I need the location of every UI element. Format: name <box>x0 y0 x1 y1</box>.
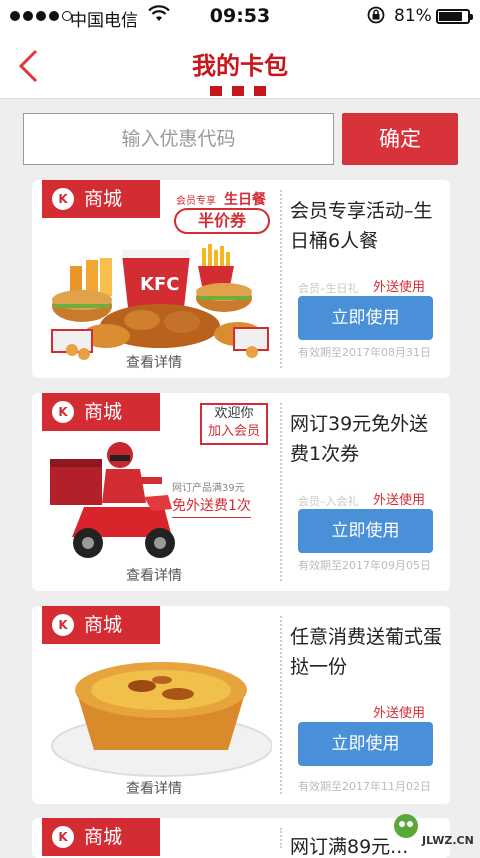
mall-tag: K 商城 <box>42 606 160 644</box>
confirm-button[interactable]: 确定 <box>342 113 458 165</box>
coupon-category: 会员–生日礼 <box>298 282 359 295</box>
birthday-badge: 会员专享 生日餐 半价券 <box>174 190 274 240</box>
mall-tag: K 商城 <box>42 180 160 218</box>
expiry-date: 有效期至2017年09月05日 <box>298 559 431 572</box>
coupon-card[interactable]: K 商城 查看详情 任意消费送葡式蛋挞一份 外送使用 立即使用 有效期至2017… <box>32 606 450 804</box>
use-now-button[interactable]: 立即使用 <box>298 296 433 340</box>
coupon-title: 网订39元免外送费1次券 <box>290 413 429 465</box>
kfc-logo-icon: K <box>52 188 74 210</box>
delivery-label: 外送使用 <box>373 493 426 508</box>
kfc-logo-icon: K <box>52 826 74 848</box>
use-now-button[interactable]: 立即使用 <box>298 509 433 553</box>
view-details-link[interactable]: 查看详情 <box>126 778 182 798</box>
expiry-date: 有效期至2017年11月02日 <box>298 780 431 793</box>
mall-tag: K 商城 <box>42 393 160 431</box>
dotted-divider <box>280 828 282 848</box>
view-details-link[interactable]: 查看详情 <box>126 352 182 372</box>
coupon-title: 会员专享活动–生日桶6人餐 <box>290 200 433 252</box>
coupon-card[interactable]: K 商城 网订满89元... <box>32 818 450 858</box>
coupon-card[interactable]: K 商城 会员专享 生日餐 半价券 KFC 查看详情 会员专享活动–生日桶6人餐… <box>32 180 450 378</box>
delivery-label: 外送使用 <box>373 706 426 721</box>
egg-tart-image <box>51 662 272 777</box>
welcome-badge: 欢迎你 加入会员 <box>200 403 268 445</box>
dotted-divider <box>280 190 282 368</box>
kfc-logo-icon: K <box>52 614 74 636</box>
mall-tag: K 商城 <box>42 818 160 856</box>
kfc-logo-icon: K <box>52 401 74 423</box>
coupon-card[interactable]: K 商城 欢迎你 加入会员 网订产品满39元 免外送费1次 查看详情 网订39元… <box>32 393 450 591</box>
delivery-label: 外送使用 <box>373 280 426 295</box>
dotted-divider <box>280 403 282 581</box>
coupon-category: 会员–入会礼 <box>298 495 359 508</box>
use-now-button[interactable]: 立即使用 <box>298 722 433 766</box>
rotation-lock-icon <box>366 5 386 30</box>
svg-text:KFC: KFC <box>140 274 179 295</box>
promo-code-input[interactable]: 输入优惠代码 <box>23 113 334 165</box>
title-decoration <box>210 86 266 96</box>
family-bucket-image: KFC <box>51 244 269 360</box>
expiry-date: 有效期至2017年08月31日 <box>298 346 431 359</box>
status-bar: 中国电信 09:53 81% <box>0 0 480 34</box>
delivery-scooter-image <box>50 442 175 558</box>
battery-icon <box>436 9 473 24</box>
robot-mascot-icon <box>394 814 418 838</box>
dotted-divider <box>280 616 282 794</box>
watermark: JLWZ.CN <box>392 808 478 852</box>
battery-percent: 81% <box>394 6 432 26</box>
nav-bar: 我的卡包 <box>0 34 480 99</box>
page-title: 我的卡包 <box>192 52 288 80</box>
coupon-title: 任意消费送葡式蛋挞一份 <box>290 626 443 678</box>
view-details-link[interactable]: 查看详情 <box>126 565 182 585</box>
